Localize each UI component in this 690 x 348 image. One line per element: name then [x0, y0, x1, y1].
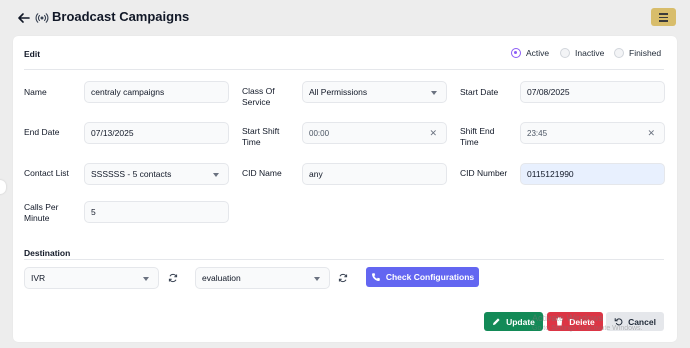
shift-end-time-field[interactable]: 23:45 ✕	[520, 122, 665, 144]
activation-watermark-title: Activate Windows	[532, 313, 604, 323]
destination-title: Destination	[24, 248, 71, 258]
refresh-icon[interactable]	[338, 273, 348, 283]
phone-settings-icon	[371, 273, 380, 281]
sidebar-toggle-handle[interactable]	[0, 180, 6, 194]
edit-campaign-card: Edit Active Inactive Finished Name centr…	[13, 36, 677, 342]
start-shift-time-label: Start Shift Time	[242, 126, 280, 147]
chevron-down-icon	[431, 91, 437, 95]
divider	[24, 259, 664, 260]
radio-button[interactable]	[560, 48, 570, 58]
calls-per-minute-value: 5	[91, 207, 96, 217]
check-configurations-label: Check Configurations	[385, 272, 475, 282]
shift-end-time-value: 23:45	[527, 128, 548, 138]
activation-watermark-subtitle: Go to Settings to activate Windows.	[532, 325, 643, 332]
radio-button[interactable]	[614, 48, 624, 58]
destination-target-value: evaluation	[202, 273, 241, 283]
start-date-value: 07/08/2025	[527, 87, 570, 97]
end-date-field[interactable]: 07/13/2025	[84, 122, 229, 144]
chevron-down-icon	[314, 277, 320, 281]
destination-target-select[interactable]: evaluation	[195, 267, 330, 289]
end-date-value: 07/13/2025	[91, 128, 134, 138]
cid-name-label: CID Name	[242, 168, 282, 178]
status-radio-active[interactable]: Active	[511, 48, 549, 58]
top-bar: Broadcast Campaigns	[0, 0, 690, 36]
calls-per-minute-label: Calls Per Minute	[24, 202, 59, 223]
update-label: Update	[506, 316, 535, 327]
radio-label: Inactive	[575, 48, 605, 58]
cid-number-label: CID Number	[460, 168, 508, 178]
refresh-icon[interactable]	[168, 273, 178, 283]
clear-icon[interactable]: ✕	[647, 128, 655, 139]
name-value: centraly campaigns	[91, 87, 165, 97]
clear-icon[interactable]: ✕	[429, 128, 437, 139]
start-date-field[interactable]: 07/08/2025	[520, 81, 665, 103]
cid-name-field[interactable]: any	[302, 163, 447, 185]
status-radio-inactive[interactable]: Inactive	[560, 48, 604, 58]
radio-button[interactable]	[511, 48, 521, 58]
start-date-label: Start Date	[460, 87, 499, 97]
name-field[interactable]: centraly campaigns	[84, 81, 229, 103]
chevron-down-icon	[213, 173, 219, 177]
broadcast-icon	[35, 13, 49, 23]
cid-name-value: any	[309, 169, 323, 179]
page-title: Broadcast Campaigns	[52, 9, 190, 24]
destination-type-value: IVR	[31, 273, 46, 283]
check-configurations-button[interactable]: Check Configurations	[366, 267, 479, 287]
status-radio-finished[interactable]: Finished	[614, 48, 661, 58]
pencil-icon	[493, 318, 500, 325]
class-of-service-label: Class Of Service	[242, 86, 275, 107]
contact-list-select[interactable]: SSSSSS - 5 contacts	[84, 163, 229, 185]
contact-list-value: SSSSSS - 5 contacts	[91, 169, 172, 179]
calls-per-minute-field[interactable]: 5	[84, 201, 229, 223]
class-of-service-value: All Permissions	[309, 87, 368, 97]
start-shift-time-value: 00:00	[309, 128, 330, 138]
divider	[24, 69, 664, 70]
chevron-down-icon	[143, 277, 149, 281]
arrow-left-icon[interactable]	[16, 10, 32, 26]
cid-number-field[interactable]: 0115121990	[520, 163, 665, 185]
class-of-service-select[interactable]: All Permissions	[302, 81, 447, 103]
radio-label: Active	[526, 48, 550, 58]
contact-list-label: Contact List	[24, 168, 69, 178]
start-shift-time-field[interactable]: 00:00 ✕	[302, 122, 447, 144]
destination-type-select[interactable]: IVR	[24, 267, 159, 289]
cid-number-value: 0115121990	[527, 169, 574, 179]
name-label: Name	[24, 87, 47, 97]
radio-label: Finished	[629, 48, 662, 58]
menu-button[interactable]	[651, 8, 676, 26]
shift-end-time-label: Shift End Time	[460, 126, 495, 147]
end-date-label: End Date	[24, 127, 60, 137]
section-title: Edit	[24, 49, 41, 59]
